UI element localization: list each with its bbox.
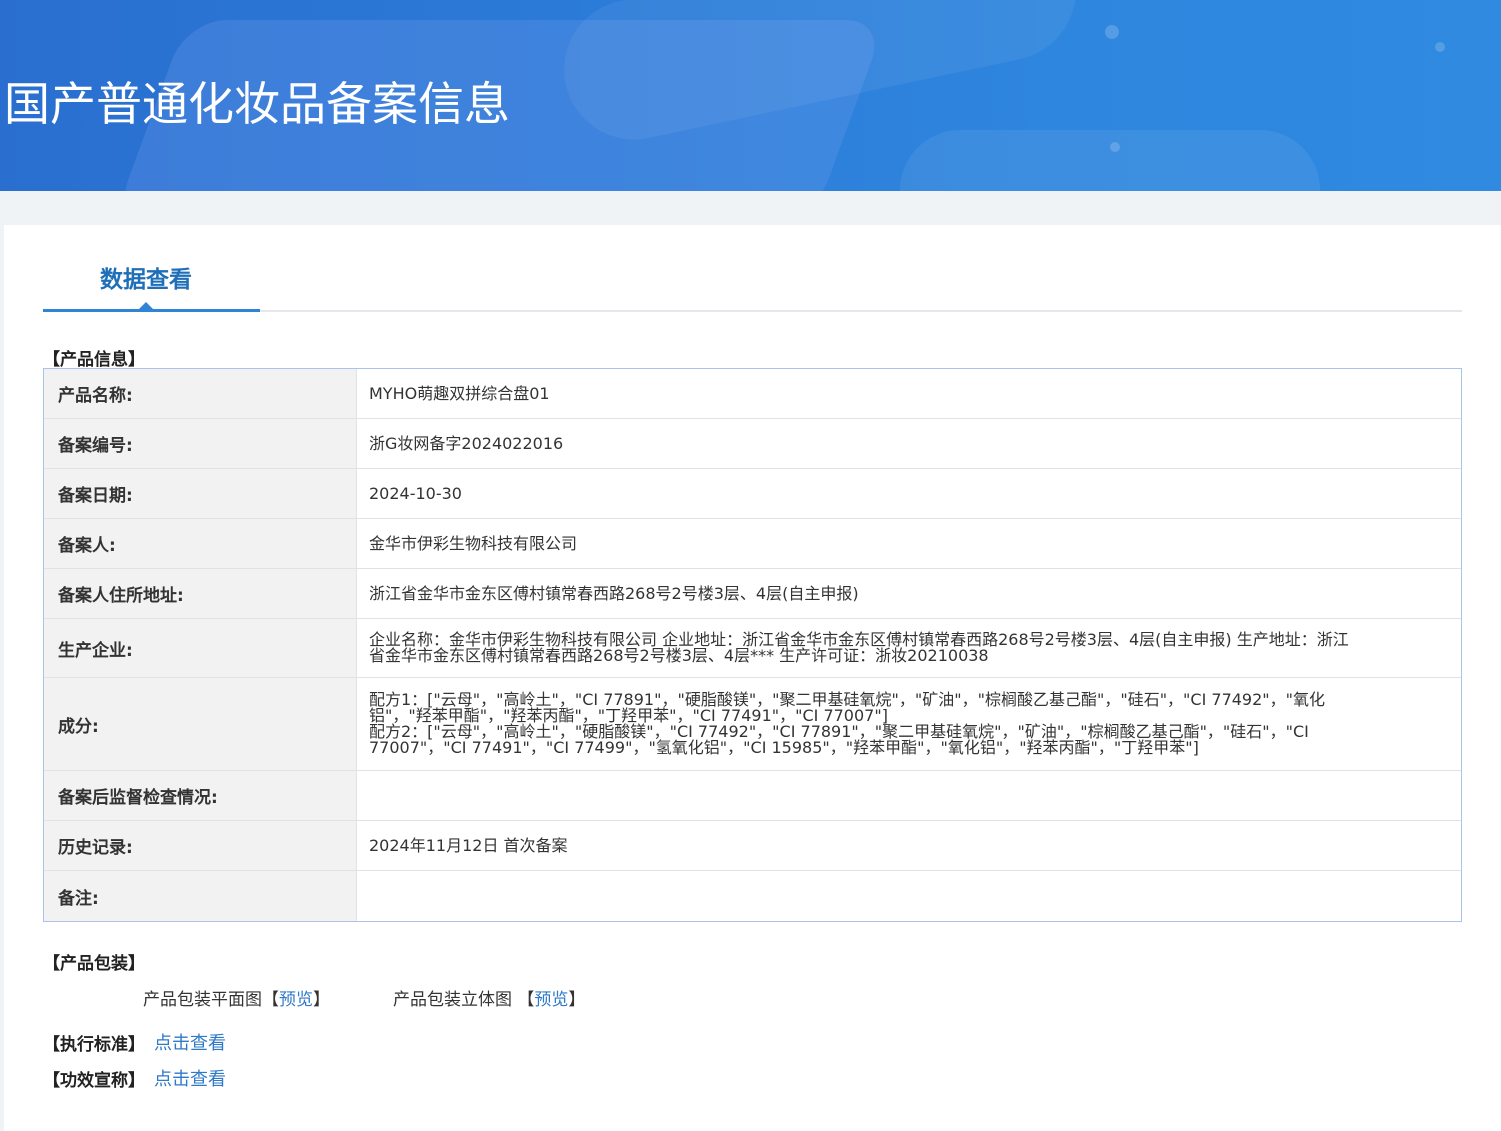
row-value — [357, 771, 1461, 820]
standard-heading: 【执行标准】 — [43, 1035, 145, 1055]
page-title: 国产普通化妆品备案信息 — [4, 77, 510, 131]
table-row: 备注: — [44, 871, 1461, 921]
bracket-open: 【 — [517, 990, 535, 1010]
row-value: 浙江省金华市金东区傅村镇常春西路268号2号楼3层、4层(自主申报) — [369, 583, 859, 603]
tab-bar: 数据查看 — [43, 250, 1462, 312]
standard-view-link[interactable]: 点击查看 — [154, 1029, 226, 1055]
table-row: 备案编号: 浙G妆网备字2024022016 — [44, 419, 1461, 469]
separator-band — [0, 225, 4, 1131]
row-value: 企业名称：金华市伊彩生物科技有限公司 企业地址：浙江省金华市金东区傅村镇常春西路… — [357, 619, 1461, 677]
bracket-close: 】 — [568, 990, 586, 1010]
table-row: 历史记录: 2024年11月12日 首次备案 — [44, 821, 1461, 871]
banner-decoration — [1110, 142, 1120, 152]
separator-band — [0, 191, 1501, 225]
package-solid-view: 产品包装立体图 【预览】 — [393, 985, 585, 1010]
banner-decoration — [1435, 42, 1445, 52]
table-row: 备案后监督检查情况: — [44, 771, 1461, 821]
package-solid-label: 产品包装立体图 — [393, 990, 512, 1010]
bracket-close: 】 — [313, 990, 330, 1010]
tab-data-view[interactable]: 数据查看 — [43, 250, 260, 312]
product-info-heading: 【产品信息】 — [43, 350, 145, 370]
table-row: 产品名称: MYHO萌趣双拼综合盘01 — [44, 369, 1461, 419]
row-label: 成分: — [44, 678, 357, 770]
row-label: 产品名称: — [44, 369, 357, 418]
bracket-open: 【 — [262, 990, 279, 1010]
header-banner: 国产普通化妆品备案信息 — [0, 0, 1501, 191]
preview-solid-link[interactable]: 预览 — [534, 990, 568, 1010]
table-row: 生产企业: 企业名称：金华市伊彩生物科技有限公司 企业地址：浙江省金华市金东区傅… — [44, 619, 1461, 678]
row-value: 金华市伊彩生物科技有限公司 — [369, 533, 578, 553]
tab-active-caret — [138, 302, 154, 310]
row-value: 2024-10-30 — [369, 483, 462, 503]
efficacy-heading: 【功效宣称】 — [43, 1071, 145, 1091]
row-label: 备案编号: — [44, 419, 357, 468]
package-flat-view: 产品包装平面图【预览】 — [143, 985, 330, 1010]
row-value: 配方1：["云母"，"高岭土"，"CI 77891"，"硬脂酸镁"，"聚二甲基硅… — [357, 678, 1461, 770]
row-value: 浙G妆网备字2024022016 — [369, 433, 564, 453]
efficacy-view-link[interactable]: 点击查看 — [154, 1065, 226, 1091]
packaging-heading: 【产品包装】 — [43, 954, 145, 974]
product-info-table: 产品名称: MYHO萌趣双拼综合盘01 备案编号: 浙G妆网备字20240220… — [43, 368, 1462, 922]
row-label: 历史记录: — [44, 821, 357, 870]
table-row: 备案人住所地址: 浙江省金华市金东区傅村镇常春西路268号2号楼3层、4层(自主… — [44, 569, 1461, 619]
value-line: 省金华市金东区傅村镇常春西路268号2号楼3层、4层*** 生产许可证：浙妆20… — [369, 646, 989, 665]
banner-decoration — [1105, 25, 1119, 39]
package-flat-label: 产品包装平面图 — [143, 990, 262, 1010]
row-value: 2024年11月12日 首次备案 — [369, 835, 568, 855]
value-line: 77007"，"CI 77491"，"CI 77499"，"氢氧化铝"，"CI … — [369, 738, 1199, 757]
preview-flat-link[interactable]: 预览 — [279, 990, 313, 1010]
table-row: 成分: 配方1：["云母"，"高岭土"，"CI 77891"，"硬脂酸镁"，"聚… — [44, 678, 1461, 771]
row-value: MYHO萌趣双拼综合盘01 — [369, 383, 550, 403]
table-row: 备案日期: 2024-10-30 — [44, 469, 1461, 519]
row-value — [357, 871, 1461, 921]
banner-decoration — [900, 130, 1320, 191]
table-row: 备案人: 金华市伊彩生物科技有限公司 — [44, 519, 1461, 569]
row-label: 备案日期: — [44, 469, 357, 518]
row-label: 备案人住所地址: — [44, 569, 357, 618]
row-label: 备案后监督检查情况: — [44, 771, 357, 820]
row-label: 备案人: — [44, 519, 357, 568]
row-label: 备注: — [44, 871, 357, 921]
tab-label: 数据查看 — [100, 267, 192, 293]
row-label: 生产企业: — [44, 619, 357, 677]
